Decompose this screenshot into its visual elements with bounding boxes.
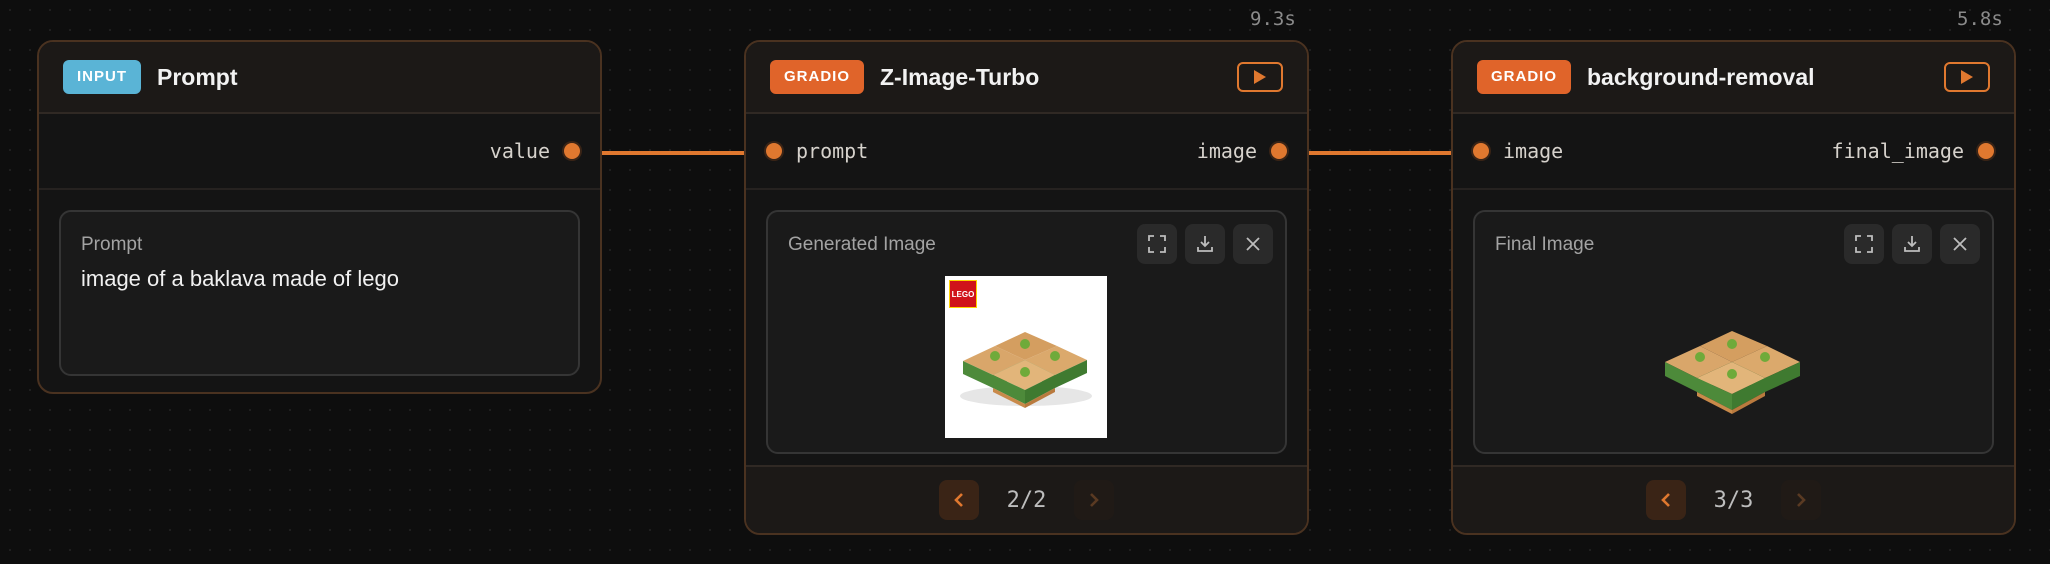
input-port-label: prompt [796,139,869,163]
output-port-label: value [489,139,550,163]
zimage-timing: 9.3s [1250,8,1296,30]
lego-logo-text: LEGO [951,289,975,299]
bgremoval-node-title: background-removal [1587,63,1815,90]
workflow-canvas[interactable]: 9.3s 5.8s INPUT Prompt value Prompt imag… [0,0,2050,564]
prompt-textbox-label: Prompt [81,234,143,255]
prompt-node-ports: value [39,114,600,190]
input-port-dot[interactable] [1473,143,1489,159]
zimage-node-title: Z-Image-Turbo [880,63,1040,90]
bgremoval-node[interactable]: GRADIO background-removal image final_im… [1451,40,2016,535]
chevron-right-icon [1797,493,1807,507]
close-icon [1953,237,1967,251]
pager-count: 3/3 [1713,487,1754,513]
download-button[interactable] [1185,224,1225,264]
next-button[interactable] [1074,480,1115,520]
prompt-node-header[interactable]: INPUT Prompt [39,42,600,114]
baklava-cutout-image [1665,331,1800,414]
output-port-image[interactable]: image [1197,139,1287,163]
zimage-node-ports: prompt image [746,114,1307,190]
bgremoval-timing: 5.8s [1957,8,2003,30]
chevron-left-icon [1660,493,1670,507]
output-port-label: final_image [1831,139,1964,163]
edge-zimage-to-bgremoval[interactable] [1307,151,1453,155]
fullscreen-icon [1148,235,1166,253]
fullscreen-button[interactable] [1844,224,1884,264]
chevron-left-icon [953,493,963,507]
pager-count: 2/2 [1006,487,1047,513]
input-port-dot[interactable] [766,143,782,159]
final-image-panel: Final Image [1473,210,1994,454]
run-button[interactable] [1944,62,1990,92]
play-icon [1254,70,1266,84]
close-button[interactable] [1233,224,1273,264]
chevron-right-icon [1090,493,1100,507]
prompt-node-title: Prompt [157,63,238,90]
prev-button[interactable] [938,480,979,520]
download-button[interactable] [1892,224,1932,264]
prompt-textbox[interactable]: Prompt image of a baklava made of lego [59,210,580,376]
gradio-badge: GRADIO [770,60,864,94]
gradio-badge: GRADIO [1477,60,1571,94]
prompt-node[interactable]: INPUT Prompt value Prompt image of a bak… [37,40,602,394]
image-toolbar [1844,224,1980,264]
fullscreen-button[interactable] [1137,224,1177,264]
output-port-dot[interactable] [564,143,580,159]
input-port-label: image [1503,139,1564,163]
input-badge: INPUT [63,60,141,94]
output-port-dot[interactable] [1271,143,1287,159]
play-icon [1961,70,1973,84]
next-button[interactable] [1781,480,1822,520]
input-port-image[interactable]: image [1473,139,1563,163]
bgremoval-pager: 3/3 [1453,465,2014,533]
output-port-label: image [1196,139,1257,163]
run-button[interactable] [1237,62,1283,92]
generated-image[interactable]: LEGO [945,276,1107,438]
generated-image-label: Generated Image [788,234,936,255]
final-image-label: Final Image [1495,234,1595,255]
zimage-node[interactable]: GRADIO Z-Image-Turbo prompt image Genera… [744,40,1309,535]
final-image[interactable] [1660,322,1810,422]
zimage-node-header[interactable]: GRADIO Z-Image-Turbo [746,42,1307,114]
download-icon [1904,236,1920,252]
image-toolbar [1137,224,1273,264]
prompt-textbox-value[interactable]: image of a baklava made of lego [81,266,399,292]
fullscreen-icon [1855,235,1873,253]
download-icon [1197,236,1213,252]
output-port-dot[interactable] [1978,143,1994,159]
bgremoval-node-header[interactable]: GRADIO background-removal [1453,42,2014,114]
close-icon [1246,237,1260,251]
zimage-pager: 2/2 [746,465,1307,533]
generated-image-panel: Generated Image LEGO [766,210,1287,454]
output-port-value[interactable]: value [490,139,580,163]
prev-button[interactable] [1645,480,1686,520]
edge-prompt-to-zimage[interactable] [600,151,746,155]
input-port-prompt[interactable]: prompt [766,139,868,163]
lego-logo: LEGO [949,280,977,308]
output-port-final-image[interactable]: final_image [1832,139,1994,163]
bgremoval-node-ports: image final_image [1453,114,2014,190]
close-button[interactable] [1940,224,1980,264]
